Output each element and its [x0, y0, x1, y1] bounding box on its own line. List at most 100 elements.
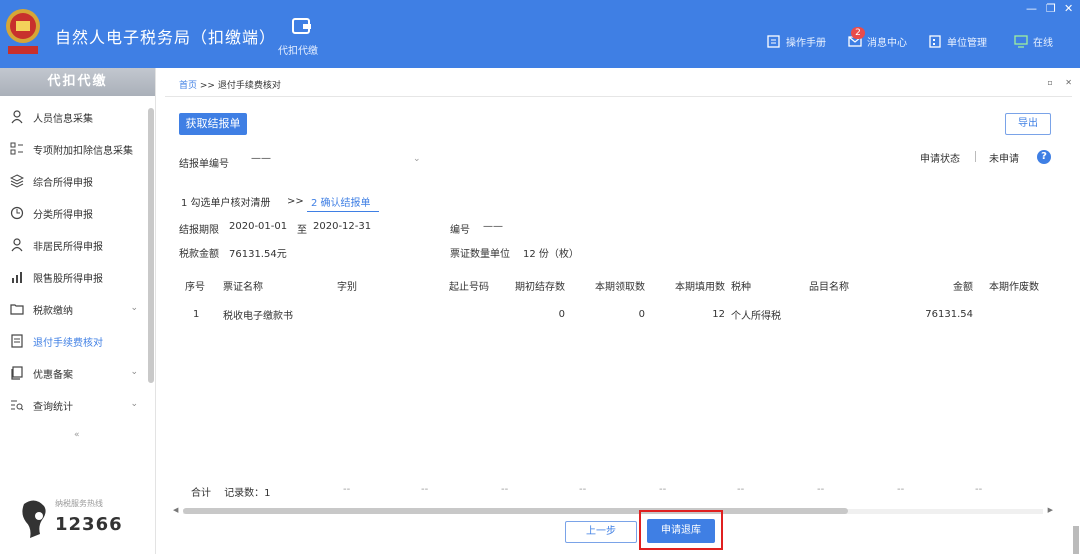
unit-management-link[interactable]: 单位管理 [928, 34, 987, 49]
table-row[interactable]: 1 税收电子缴款书 0 0 12 个人所得税 76131.54 [177, 297, 1069, 331]
collapse-arrow-icon[interactable]: « [74, 430, 80, 440]
monitor-icon [1014, 35, 1028, 48]
close-icon[interactable]: ✕ [1064, 2, 1073, 15]
message-count-badge: 2 [851, 27, 865, 39]
total-dash: -- [343, 484, 351, 495]
sidebar: 代扣代缴 人员信息采集 专项附加扣除信息采集 综合所得申报 分类所得申报 非居民… [0, 68, 156, 554]
sidebar-item-label: 综合所得申报 [33, 177, 93, 189]
breadcrumb-divider [165, 96, 1072, 97]
sidebar-item-label: 优惠备案 [33, 369, 73, 381]
total-dash: -- [501, 484, 509, 495]
pane-controls: ▫ ✕ [1037, 78, 1072, 87]
status-divider [975, 151, 976, 162]
code-label: 编号 [450, 225, 470, 236]
period-to: 2020-12-31 [313, 221, 372, 232]
help-icon[interactable]: ? [1037, 150, 1051, 164]
col-header: 品目名称 [809, 281, 849, 293]
cell-item-name [805, 297, 883, 331]
sidebar-item-preferential-filing[interactable]: 优惠备案 ⌄ [0, 358, 146, 388]
book-icon [767, 35, 780, 48]
wallet-icon [292, 18, 311, 34]
copy-icon [11, 366, 23, 380]
sidebar-item-query-stats[interactable]: 查询统计 ⌄ [0, 390, 146, 420]
col-header: 期初结存数 [515, 281, 565, 293]
online-label: 在线 [1033, 38, 1053, 49]
cell-opening: 0 [558, 308, 565, 320]
sidebar-item-label: 查询统计 [33, 401, 73, 413]
total-dash: -- [817, 484, 825, 495]
tool-withholding[interactable]: 代扣代缴 [278, 16, 326, 57]
total-label: 合计 [191, 488, 211, 499]
scroll-right-icon[interactable]: ▶ [1048, 506, 1053, 514]
total-dash: -- [897, 484, 905, 495]
apply-refund-button[interactable]: 申请退库 [647, 519, 715, 543]
ticket-count-label: 票证数量单位 [450, 249, 510, 260]
scroll-left-icon[interactable]: ◀ [173, 506, 178, 514]
chevron-down-icon: ⌄ [130, 367, 138, 377]
code-value: —— [483, 221, 503, 232]
col-header: 序号 [185, 281, 205, 293]
previous-step-button[interactable]: 上一步 [565, 521, 637, 543]
total-dash: -- [737, 484, 745, 495]
clock-icon [10, 206, 24, 220]
minimize-icon[interactable]: — [1026, 2, 1037, 15]
manual-label: 操作手册 [786, 38, 826, 49]
table-total-row: 合计 记录数：1 [177, 484, 271, 499]
folder-icon [10, 304, 24, 315]
breadcrumb-separator: >> [199, 81, 215, 91]
hotline-headset-icon [22, 500, 46, 538]
sidebar-item-label: 分类所得申报 [33, 209, 93, 221]
bar-chart-icon [12, 272, 22, 283]
sidebar-item-comprehensive-income[interactable]: 综合所得申报 [0, 166, 146, 196]
cell-ticket-name: 税收电子缴款书 [223, 310, 293, 322]
document-icon [11, 334, 23, 348]
message-center-label: 消息中心 [867, 38, 907, 49]
tool-withholding-label: 代扣代缴 [278, 46, 318, 57]
restore-icon[interactable]: ❐ [1046, 2, 1056, 15]
period-to-word: 至 [297, 225, 307, 236]
sidebar-item-nonresident[interactable]: 非居民所得申报 [0, 230, 146, 260]
online-status[interactable]: 在线 [1014, 34, 1053, 49]
sidebar-item-category-income[interactable]: 分类所得申报 [0, 198, 146, 228]
app-title: 自然人电子税务局（扣缴端） [55, 28, 277, 47]
period-label: 结报期限 [179, 225, 219, 236]
scroll-thumb[interactable] [183, 508, 848, 514]
sidebar-scrollbar[interactable] [148, 108, 154, 383]
ticket-count-value: 12 份（枚） [523, 249, 579, 260]
total-dash: -- [579, 484, 587, 495]
sidebar-title: 代扣代缴 [0, 68, 155, 96]
layers-icon [10, 174, 24, 188]
col-header: 税种 [731, 281, 751, 293]
sidebar-item-label: 税款缴纳 [33, 305, 73, 317]
step-2-underline [307, 211, 379, 212]
sidebar-item-label: 人员信息采集 [33, 113, 93, 125]
chevron-down-icon: ⌄ [130, 399, 138, 409]
sidebar-item-fee-refund-check[interactable]: 退付手续费核对 [0, 326, 146, 356]
hotline-subtitle: 纳税服务热线 [55, 499, 103, 508]
col-header: 本期填用数 [675, 281, 725, 293]
top-header: 自然人电子税务局（扣缴端） 代扣代缴 操作手册 消息中心 2 单位管理 在线 —… [0, 0, 1080, 68]
cell-seq: 1 [193, 308, 200, 320]
manual-link[interactable]: 操作手册 [767, 34, 826, 49]
export-button[interactable]: 导出 [1005, 113, 1051, 135]
breadcrumb-home[interactable]: 首页 [179, 81, 197, 91]
total-dash: -- [421, 484, 429, 495]
table-horizontal-scrollbar[interactable]: ◀ ▶ [173, 506, 1053, 516]
step-2-tab[interactable]: 2 确认结报单 [311, 194, 371, 209]
fetch-report-button[interactable]: 获取结报单 [179, 113, 247, 135]
step-1-tab[interactable]: 1 勾选单户核对清册 [181, 194, 271, 209]
cell-amount: 76131.54 [925, 308, 973, 320]
page-vertical-scrollbar[interactable] [1073, 526, 1079, 554]
pane-close-icon[interactable]: ✕ [1065, 78, 1072, 87]
sidebar-item-special-deduction[interactable]: 专项附加扣除信息采集 [0, 134, 146, 164]
sidebar-item-tax-payment[interactable]: 税款缴纳 ⌄ [0, 294, 146, 324]
report-no-select[interactable]: —— [251, 153, 271, 164]
person-icon [11, 110, 23, 124]
sidebar-item-person-info[interactable]: 人员信息采集 [0, 102, 146, 132]
cell-received: 0 [638, 308, 645, 320]
cell-prefix [333, 297, 403, 331]
sidebar-item-restricted-stock[interactable]: 限售股所得申报 [0, 262, 146, 292]
tax-amount-value: 76131.54元 [229, 249, 287, 260]
pane-restore-icon[interactable]: ▫ [1047, 78, 1052, 87]
chevron-down-icon[interactable]: ⌄ [413, 154, 421, 164]
